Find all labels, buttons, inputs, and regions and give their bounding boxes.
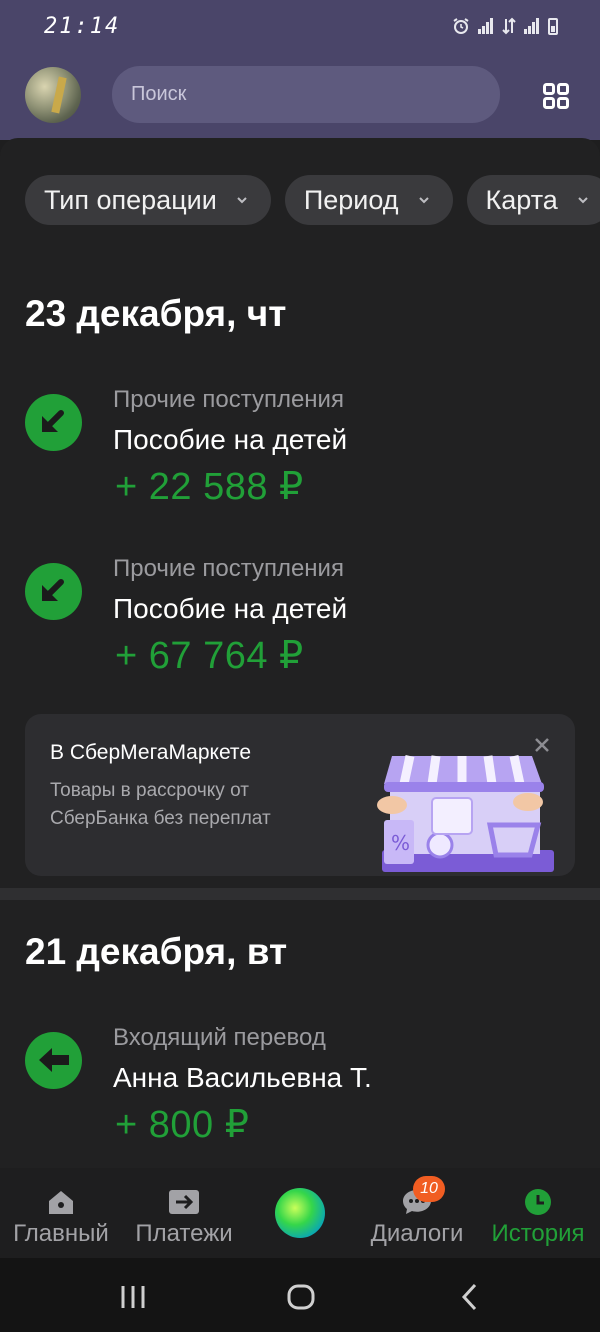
avatar[interactable] — [25, 67, 81, 123]
date-header: 23 декабря, чт — [25, 293, 287, 334]
transfer-arrow-icon — [25, 1032, 82, 1089]
status-icons — [452, 17, 558, 35]
incoming-arrow-icon — [25, 563, 82, 620]
svg-text:%: % — [391, 831, 410, 855]
system-nav-bar — [0, 1258, 600, 1332]
filter-card[interactable]: Карта — [466, 175, 600, 225]
grid-icon[interactable] — [543, 83, 569, 109]
operation-name: Анна Васильевна Т. — [113, 1062, 372, 1093]
battery-icon — [548, 17, 558, 35]
nav-payments[interactable]: Платежи — [130, 1188, 238, 1248]
operation-row[interactable]: Прочие поступления Пособие на детей + 22… — [25, 386, 585, 516]
filter-label: Карта — [485, 184, 558, 215]
section-divider — [0, 888, 600, 900]
operation-amount: + 22 588 ₽ — [115, 466, 304, 508]
operation-category: Входящий перевод — [113, 1024, 326, 1051]
nav-home[interactable]: Главный — [10, 1188, 112, 1248]
operation-category: Прочие поступления — [113, 386, 344, 413]
alarm-icon — [453, 18, 469, 34]
operation-amount: + 800 ₽ — [115, 1104, 250, 1146]
nav-history[interactable]: История — [486, 1188, 590, 1248]
chevron-down-icon — [237, 197, 247, 204]
operation-row[interactable]: Входящий перевод Анна Васильевна Т. + 80… — [25, 1024, 585, 1154]
data-transfer-icon — [502, 17, 516, 35]
bottom-nav: Главный Платежи Диалоги 10 История — [0, 1168, 600, 1258]
search-input[interactable]: Поиск — [112, 66, 500, 123]
home-button-icon[interactable] — [286, 1282, 316, 1312]
signal-icon-2 — [524, 18, 540, 34]
promo-text: Товары в рассрочку от СберБанка без пере… — [50, 780, 271, 829]
filter-label: Тип операции — [44, 184, 217, 215]
nav-label: Главный — [13, 1220, 109, 1247]
signal-icon — [478, 18, 494, 34]
operation-category: Прочие поступления — [113, 555, 344, 582]
incoming-arrow-icon — [25, 394, 82, 451]
promo-title: В СберМегаМаркете — [50, 741, 251, 764]
chevron-down-icon — [418, 197, 429, 204]
history-sheet: Тип операции Период Карта 23 декабря, чт… — [0, 138, 600, 1258]
filter-period[interactable]: Период — [284, 175, 453, 225]
clock-icon — [525, 1189, 551, 1215]
nav-label: Платежи — [135, 1220, 233, 1247]
filter-operation-type[interactable]: Тип операции — [25, 175, 271, 225]
unread-badge: 10 — [413, 1176, 445, 1202]
search-placeholder: Поиск — [131, 83, 187, 105]
nav-label: История — [491, 1220, 585, 1247]
recent-apps-icon[interactable] — [118, 1282, 148, 1312]
status-bar: 21:14 — [0, 0, 600, 52]
back-icon[interactable] — [455, 1282, 485, 1312]
home-icon — [49, 1191, 73, 1214]
operation-amount: + 67 764 ₽ — [115, 635, 304, 677]
filter-chips: Тип операции Период Карта — [25, 175, 600, 225]
market-illustration-icon: % — [377, 755, 554, 872]
operation-row[interactable]: Прочие поступления Пособие на детей + 67… — [25, 555, 585, 685]
salut-assistant-icon[interactable] — [275, 1188, 325, 1238]
date-header: 21 декабря, вт — [25, 931, 288, 972]
nav-label: Диалоги — [370, 1220, 464, 1247]
operation-name: Пособие на детей — [113, 424, 348, 455]
status-time: 21:14 — [44, 13, 121, 39]
payments-icon — [169, 1190, 199, 1214]
filter-label: Период — [303, 184, 399, 215]
top-bar: Поиск — [0, 52, 600, 140]
promo-banner[interactable]: В СберМегаМаркете Товары в рассрочку от … — [25, 714, 575, 876]
chevron-down-icon — [578, 197, 588, 204]
operation-name: Пособие на детей — [113, 593, 348, 624]
